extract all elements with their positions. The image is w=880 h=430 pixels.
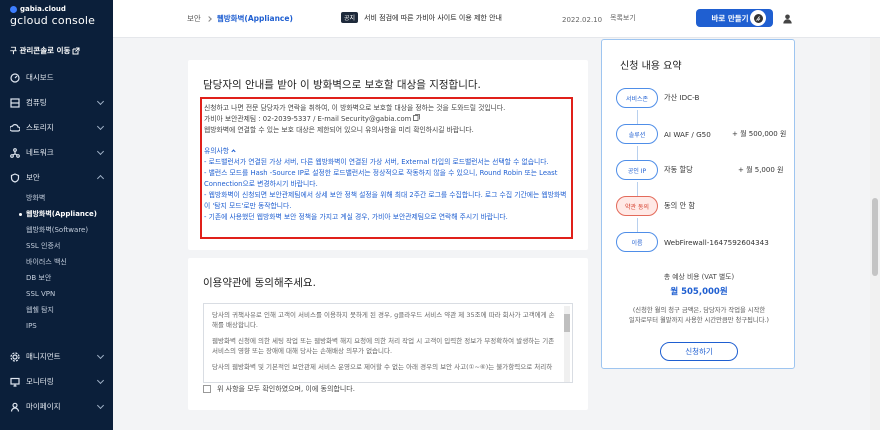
legacy-console-link[interactable]: 구 관리콘솔로 이동 bbox=[10, 45, 80, 56]
terms-paragraph: 당사의 웹방화벽 및 기본적인 보안관제 서비스 운영으로 제어할 수 없는 아… bbox=[212, 363, 553, 371]
chevron-down-icon bbox=[96, 376, 105, 385]
sidebar-subitem-ssl-vpn[interactable]: SSL VPN bbox=[0, 286, 113, 302]
shield-icon bbox=[10, 172, 20, 183]
chat-icon[interactable] bbox=[750, 10, 766, 26]
sidebar-item-monitoring[interactable]: 모니터링 bbox=[0, 369, 113, 394]
server-icon bbox=[10, 97, 20, 108]
summary-tag: 이름 bbox=[616, 232, 658, 252]
caution-line: - 로드밸런서가 연결된 가상 서버, 다른 웹방화벽이 연결된 가상 서버, … bbox=[204, 158, 549, 166]
copy-icon[interactable] bbox=[413, 114, 421, 121]
summary-row-terms: 약관 동의 동의 안 함 bbox=[616, 196, 695, 216]
sidebar-subitem-antivirus[interactable]: 바이러스 백신 bbox=[0, 254, 113, 270]
caution-line: - 밸런스 모드를 Hash -Source IP로 설정한 로드밸런서는 정상… bbox=[204, 169, 558, 188]
summary-tag: 서비스존 bbox=[616, 88, 658, 108]
guide-line: 신청하고 나면 전문 담당자가 연락을 취하여, 이 방화벽으로 보호할 대상을… bbox=[204, 104, 506, 112]
notice-list-link[interactable]: 목록보기 bbox=[610, 13, 636, 23]
guide-contact-line: 가비아 보안관제팀 : 02-2039-5337 / E-mail Securi… bbox=[204, 114, 567, 125]
summary-tag-warning: 약관 동의 bbox=[616, 196, 658, 216]
summary-price: + 월 5,000 원 bbox=[738, 166, 784, 174]
summary-title: 신청 내용 요약 bbox=[620, 61, 682, 72]
sidebar-subitem-firewall[interactable]: 방화벽 bbox=[0, 190, 113, 206]
chevron-up-icon bbox=[96, 174, 105, 183]
terms-card: 이용약관에 동의해주세요. 당사의 귀책사유로 인해 고객이 서비스를 이용하지… bbox=[188, 258, 588, 410]
brand-logo[interactable]: gabia.cloud gcloud console bbox=[0, 0, 113, 27]
terms-agree[interactable]: 위 사항을 모두 확인하였으며, 이에 동의합니다. bbox=[203, 384, 355, 394]
terms-title: 이용약관에 동의해주세요. bbox=[203, 277, 316, 289]
sidebar-subitem-waf-appliance[interactable]: 웹방화벽(Appliance) bbox=[0, 206, 113, 222]
sidebar-item-compute[interactable]: 컴퓨팅 bbox=[0, 90, 113, 115]
user-icon bbox=[10, 402, 20, 412]
sidebar-subitem-waf-software[interactable]: 웹방화벽(Software) bbox=[0, 222, 113, 238]
summary-row-zone: 서비스존 가산 IDC-B bbox=[616, 88, 699, 108]
chevron-up-icon bbox=[231, 148, 236, 154]
notice-banner[interactable]: 공지 서비 점검에 따른 가비아 사이트 이용 제한 안내 bbox=[341, 12, 502, 23]
summary-row-name: 이름 WebFirewall-1647592604343 bbox=[616, 232, 769, 252]
sidebar: gabia.cloud gcloud console 구 관리콘솔로 이동 대시… bbox=[0, 0, 113, 430]
agree-checkbox[interactable] bbox=[203, 385, 211, 393]
guide-title: 담당자의 안내를 받아 이 방화벽으로 보호할 대상을 지정합니다. bbox=[203, 79, 481, 91]
total-cost-value: 월 505,000원 bbox=[670, 287, 728, 297]
sidebar-subitem-webshell[interactable]: 웹쉘 탐지 bbox=[0, 302, 113, 318]
chevron-down-icon bbox=[96, 351, 105, 360]
terms-paragraph: 웹방화벽 신청에 의한 세팅 작업 또는 웹방화벽 해지 요청에 의한 처리 작… bbox=[212, 337, 555, 355]
summary-value: 자동 할당 bbox=[664, 165, 693, 174]
sidebar-item-mypage[interactable]: 마이페이지 bbox=[0, 394, 113, 419]
sidebar-item-management[interactable]: 매니지먼트 bbox=[0, 344, 113, 369]
guide-notice-box: 신청하고 나면 전문 담당자가 연락을 취하여, 이 방화벽으로 보호할 대상을… bbox=[200, 97, 573, 239]
caution-line: - 웹방화벽이 신청되면 보안관제팀에서 상세 보안 정책 설정을 위해 최대 … bbox=[204, 191, 567, 210]
account-icon[interactable] bbox=[779, 10, 795, 26]
summary-tag: 공인 IP bbox=[616, 160, 658, 180]
summary-row-public-ip: 공인 IP 자동 할당 + 월 5,000 원 bbox=[616, 160, 783, 180]
sidebar-item-security[interactable]: 보안 bbox=[0, 165, 113, 190]
guide-card: 담당자의 안내를 받아 이 방화벽으로 보호할 대상을 지정합니다. 신청하고 … bbox=[188, 60, 588, 250]
billing-note: (신청한 월의 청구 금액은, 담당자가 작업을 시작한 일자로부터 월말까지 … bbox=[629, 307, 769, 324]
summary-value: 가산 IDC-B bbox=[664, 93, 700, 102]
gear-icon bbox=[10, 351, 20, 362]
guide-line: 웹방화벽에 연결할 수 있는 보호 대상은 제한되어 있으니 유의사항을 미리 … bbox=[204, 126, 474, 134]
terms-textbox[interactable]: 당사의 귀책사유로 인해 고객이 서비스를 이용하지 못하게 된 경우, g클라… bbox=[203, 303, 573, 383]
external-link-icon bbox=[72, 47, 80, 54]
monitor-icon bbox=[10, 377, 20, 387]
sidebar-item-network[interactable]: 네트워크 bbox=[0, 140, 113, 165]
network-icon bbox=[10, 147, 20, 158]
agree-label: 위 사항을 모두 확인하였으며, 이에 동의합니다. bbox=[217, 385, 355, 393]
gabia-logo-icon bbox=[10, 5, 17, 13]
summary-row-solution: 솔루션 AI WAF / G50 + 월 500,000 원 bbox=[616, 124, 786, 144]
sidebar-subitem-ips[interactable]: IPS bbox=[0, 318, 113, 334]
chevron-down-icon bbox=[96, 401, 105, 410]
terms-scrollbar[interactable] bbox=[564, 306, 570, 382]
terms-paragraph: 당사의 귀책사유로 인해 고객이 서비스를 이용하지 못하게 된 경우, g클라… bbox=[212, 311, 555, 329]
apply-button[interactable]: 신청하기 bbox=[660, 342, 738, 361]
notice-text: 서비 점검에 따른 가비아 사이트 이용 제한 안내 bbox=[364, 13, 502, 22]
sidebar-item-storage[interactable]: 스토리지 bbox=[0, 115, 113, 140]
total-cost-label: 총 예상 비용 (VAT 별도) bbox=[663, 273, 735, 281]
order-summary-panel: 신청 내용 요약 서비스존 가산 IDC-B 솔루션 AI WAF / G50 … bbox=[601, 39, 795, 369]
sidebar-subitem-ssl-cert[interactable]: SSL 인증서 bbox=[0, 238, 113, 254]
chevron-down-icon bbox=[96, 147, 105, 156]
summary-tag: 솔루션 bbox=[616, 124, 658, 144]
brand-top-text: gabia.cloud bbox=[20, 5, 66, 13]
chevron-right-icon bbox=[205, 15, 212, 22]
breadcrumb-root[interactable]: 보안 bbox=[187, 13, 201, 24]
summary-value: AI WAF / G50 bbox=[664, 129, 711, 139]
sidebar-item-dashboard[interactable]: 대시보드 bbox=[0, 65, 113, 90]
breadcrumb: 보안 웹방화벽(Appliance) bbox=[187, 13, 293, 24]
dashboard-icon bbox=[10, 72, 20, 83]
caution-line: - 기존에 사용했던 웹방화벽 보안 정책을 가지고 계실 경우, 가비아 보안… bbox=[204, 213, 508, 221]
summary-price: + 월 500,000 원 bbox=[732, 130, 787, 138]
caution-toggle[interactable]: 유의사항 bbox=[204, 146, 567, 157]
security-submenu: 방화벽 웹방화벽(Appliance) 웹방화벽(Software) SSL 인… bbox=[0, 190, 113, 334]
notice-badge: 공지 bbox=[341, 12, 359, 23]
page-scrollbar[interactable] bbox=[870, 38, 880, 430]
notice-date: 2022.02.10 bbox=[562, 16, 603, 24]
summary-value: WebFirewall-1647592604343 bbox=[664, 237, 769, 247]
summary-value: 동의 안 함 bbox=[664, 201, 696, 210]
top-header: 보안 웹방화벽(Appliance) 공지 서비 점검에 따른 가비아 사이트 … bbox=[113, 0, 880, 38]
sidebar-subitem-db-security[interactable]: DB 보안 bbox=[0, 270, 113, 286]
cloud-icon bbox=[10, 123, 20, 132]
brand-main-text: gcloud console bbox=[10, 14, 96, 27]
chevron-down-icon bbox=[96, 97, 105, 106]
breadcrumb-current: 웹방화벽(Appliance) bbox=[216, 14, 293, 23]
chevron-down-icon bbox=[96, 122, 105, 131]
